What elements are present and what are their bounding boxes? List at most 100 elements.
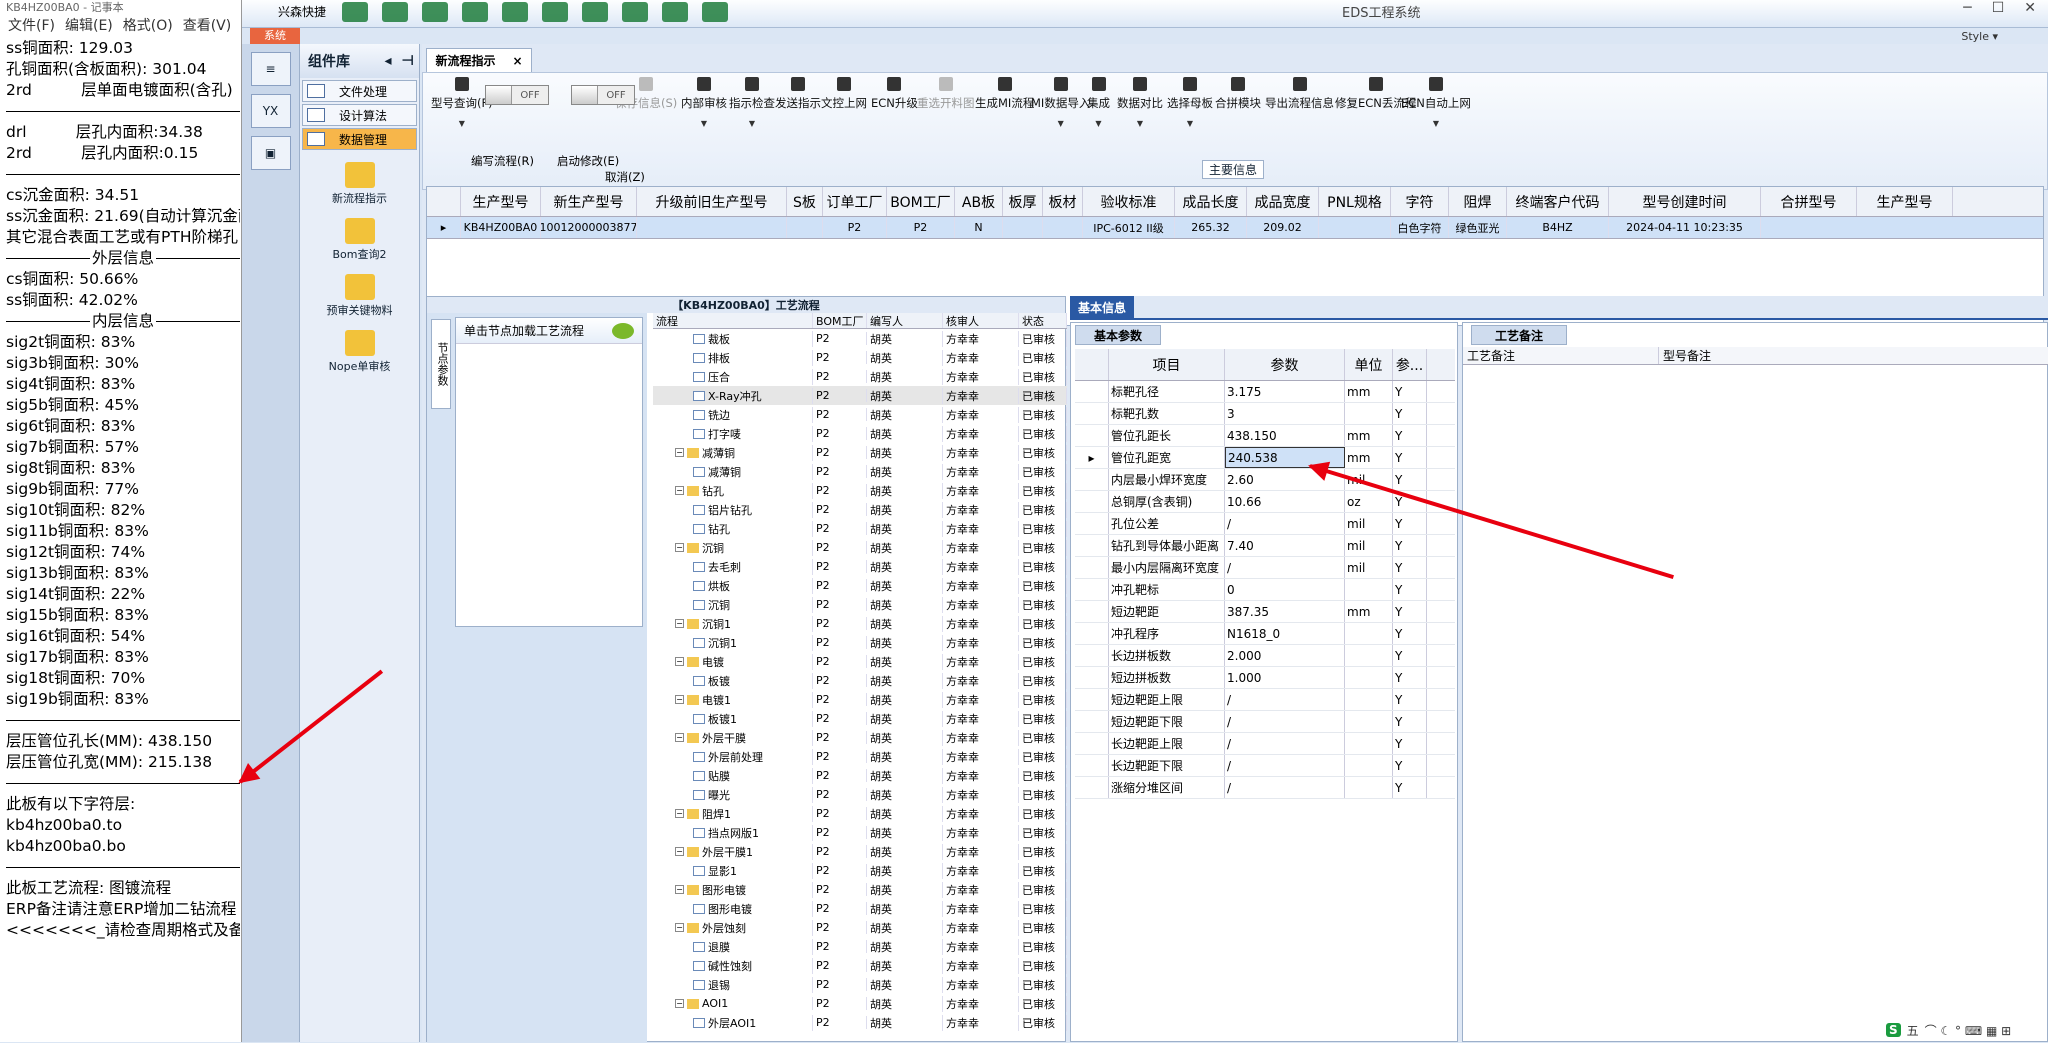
tool-button[interactable]: 预审关键物料 — [300, 274, 419, 318]
component-item[interactable]: 文件处理 — [302, 80, 417, 102]
toggle-switch[interactable]: OFF — [571, 85, 635, 105]
column-header[interactable]: 核审人 — [943, 313, 1019, 328]
table-cell[interactable]: 209.02 — [1247, 217, 1319, 238]
tab-basic-params[interactable]: 基本参数 — [1075, 325, 1161, 345]
yx-icon[interactable]: YX — [251, 94, 291, 128]
ribbon-button[interactable]: 导出流程信息 — [1265, 77, 1334, 111]
ime-mode[interactable]: 五 — [1907, 1022, 1919, 1039]
param-row[interactable]: 内层最小焊环宽度2.60milY — [1075, 469, 1455, 491]
param-cell[interactable]: / — [1225, 513, 1345, 534]
flow-tree-row[interactable]: −外层干膜1P2胡英方幸幸已审核 — [653, 842, 1067, 861]
ribbon-button[interactable]: ECN自动上网▼ — [1401, 77, 1471, 128]
tab-new-flow[interactable]: 新流程指示 × — [426, 48, 532, 72]
expand-icon[interactable]: − — [675, 999, 684, 1008]
column-header[interactable]: 字符 — [1391, 187, 1449, 216]
minimize-icon[interactable]: ─ — [1963, 0, 1971, 16]
table-cell[interactable]: 265.32 — [1175, 217, 1247, 238]
ribbon-button[interactable]: 型号查询(F)▼ — [431, 77, 493, 128]
param-row[interactable]: 冲孔程序N1618_0Y — [1075, 623, 1455, 645]
scissors-icon[interactable] — [462, 2, 488, 22]
table-cell[interactable] — [1319, 217, 1391, 238]
column-header[interactable]: 生产型号 — [461, 187, 541, 216]
notepad-menu-item[interactable]: 文件(F) — [8, 18, 55, 34]
notepad-menu-item[interactable]: 编辑(E) — [65, 18, 113, 34]
param-cell[interactable]: 3 — [1225, 403, 1345, 424]
param-row[interactable]: 涨缩分堆区间/Y — [1075, 777, 1455, 799]
ribbon-button[interactable]: 内部审核▼ — [681, 77, 727, 128]
expand-icon[interactable]: − — [675, 448, 684, 457]
param-row[interactable]: 标靶孔径3.175mmY — [1075, 381, 1455, 403]
ribbon-button[interactable]: 集成▼ — [1087, 77, 1110, 128]
flow-tree-row[interactable]: 碱性蚀刻P2胡英方幸幸已审核 — [653, 956, 1067, 975]
param-cell[interactable]: N1618_0 — [1225, 623, 1345, 644]
flow-tree-row[interactable]: −沉铜P2胡英方幸幸已审核 — [653, 538, 1067, 557]
param-cell[interactable]: 10.66 — [1225, 491, 1345, 512]
expand-icon[interactable]: − — [675, 809, 684, 818]
table-cell[interactable]: KB4HZ00BA0 — [461, 217, 541, 238]
table-cell[interactable]: 2024-04-11 10:23:35 — [1609, 217, 1761, 238]
ribbon-button[interactable]: 数据对比▼ — [1117, 77, 1163, 128]
flow-tree-row[interactable]: −图形电镀P2胡英方幸幸已审核 — [653, 880, 1067, 899]
flow-tree-row[interactable]: 贴膜P2胡英方幸幸已审核 — [653, 766, 1067, 785]
flow-tree-row[interactable]: −外层蚀刻P2胡英方幸幸已审核 — [653, 918, 1067, 937]
param-cell[interactable]: 387.35 — [1225, 601, 1345, 622]
expand-icon[interactable]: − — [675, 657, 684, 666]
column-header[interactable]: 订单工厂 — [823, 187, 887, 216]
expand-icon[interactable]: − — [675, 923, 684, 932]
column-header[interactable]: BOM工厂 — [887, 187, 955, 216]
ribbon-button[interactable]: 生成MI流程 — [975, 77, 1034, 111]
dropdown-arrow-icon[interactable]: ▼ — [431, 119, 493, 128]
flow-tree-row[interactable]: 铝片钻孔P2胡英方幸幸已审核 — [653, 500, 1067, 519]
param-cell[interactable]: / — [1225, 777, 1345, 798]
grid-icon[interactable] — [422, 2, 448, 22]
flow-tree-row[interactable]: 打字唛P2胡英方幸幸已审核 — [653, 424, 1067, 443]
column-header[interactable]: 板材 — [1043, 187, 1083, 216]
column-header[interactable]: 状态 — [1019, 313, 1067, 328]
flow-tree-row[interactable]: 排板P2胡英方幸幸已审核 — [653, 348, 1067, 367]
table-cell[interactable] — [1043, 217, 1083, 238]
dropdown-arrow-icon[interactable]: ▼ — [1401, 119, 1471, 128]
tab-basic-info[interactable]: 基本信息 — [1070, 296, 1134, 318]
notepad-text[interactable]: ss铜面积: 129.03孔铜面积(含板面积): 301.042rd 层单面电镀… — [6, 38, 240, 941]
param-cell[interactable]: 0 — [1225, 579, 1345, 600]
expand-icon[interactable]: − — [675, 543, 684, 552]
column-header[interactable]: S板 — [787, 187, 823, 216]
flow-tree-row[interactable]: 板镀1P2胡英方幸幸已审核 — [653, 709, 1067, 728]
dropdown-arrow-icon[interactable]: ▼ — [729, 119, 775, 128]
param-row[interactable]: 短边靶距下限/Y — [1075, 711, 1455, 733]
dropdown-arrow-icon[interactable]: ▼ — [1031, 119, 1090, 128]
ime-icon[interactable]: S — [1886, 1023, 1901, 1037]
flow-tree-row[interactable]: 压合P2胡英方幸幸已审核 — [653, 367, 1067, 386]
flow-tree-row[interactable]: 沉铜P2胡英方幸幸已审核 — [653, 595, 1067, 614]
ribbon-button[interactable]: 发送指示 — [775, 77, 821, 111]
param-cell[interactable]: 2.000 — [1225, 645, 1345, 666]
dropdown-arrow-icon[interactable]: ▼ — [1087, 119, 1110, 128]
expand-icon[interactable]: − — [675, 695, 684, 704]
param-cell[interactable]: / — [1225, 755, 1345, 776]
flow-tree-row[interactable]: −减薄铜P2胡英方幸幸已审核 — [653, 443, 1067, 462]
flow-tree-row[interactable]: 退锡P2胡英方幸幸已审核 — [653, 975, 1067, 994]
side-column-header[interactable]: 生产型号 — [1857, 187, 1953, 216]
flow-tree-row[interactable]: X-Ray冲孔P2胡英方幸幸已审核 — [653, 386, 1067, 405]
param-cell[interactable]: 438.150 — [1225, 425, 1345, 446]
toggle-switch[interactable]: OFF — [485, 85, 549, 105]
collapse-left-icon[interactable]: ◂ — [385, 53, 392, 69]
flow-tree-row[interactable]: 曝光P2胡英方幸幸已审核 — [653, 785, 1067, 804]
notepad-menu-item[interactable]: 格式(O) — [123, 18, 173, 34]
param-row[interactable]: 钻孔到导体最小距离7.40milY — [1075, 535, 1455, 557]
help-icon[interactable] — [382, 2, 408, 22]
column-header[interactable]: 成品宽度 — [1247, 187, 1319, 216]
column-header[interactable]: 验收标准 — [1083, 187, 1175, 216]
column-header[interactable]: 单位 — [1345, 349, 1393, 380]
param-row[interactable]: 短边拼板数1.000Y — [1075, 667, 1455, 689]
table-cell[interactable]: 绿色亚光 — [1449, 217, 1507, 238]
table-cell[interactable]: 白色字符 — [1391, 217, 1449, 238]
ribbon-button[interactable]: 合拼模块 — [1215, 77, 1261, 111]
table-cell[interactable]: P2 — [887, 217, 955, 238]
table-cell[interactable] — [637, 217, 787, 238]
param-cell[interactable]: / — [1225, 689, 1345, 710]
table-cell[interactable] — [1003, 217, 1043, 238]
copy-icon[interactable] — [542, 2, 568, 22]
table-cell[interactable]: B4HZ — [1507, 217, 1609, 238]
film-icon[interactable] — [502, 2, 528, 22]
